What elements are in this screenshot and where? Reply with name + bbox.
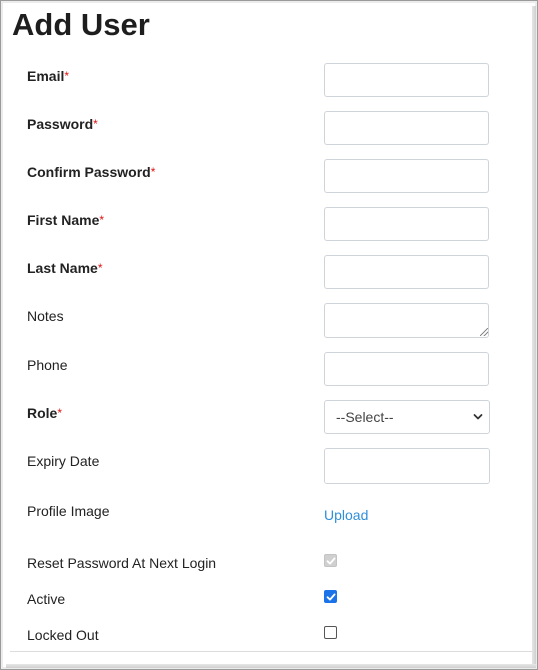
profile-image-label: Profile Image	[27, 503, 110, 519]
required-star: *	[57, 406, 63, 420]
last-name-field[interactable]	[324, 255, 489, 289]
first-name-label: First Name*	[27, 212, 105, 228]
divider	[10, 651, 532, 652]
chevron-down-icon	[473, 414, 483, 420]
confirm-password-label: Confirm Password*	[27, 164, 156, 180]
locked-out-label: Locked Out	[27, 627, 99, 643]
expiry-date-input[interactable]	[325, 449, 489, 483]
phone-field[interactable]	[324, 352, 489, 386]
email-label: Email*	[27, 68, 70, 84]
last-name-label: Last Name*	[27, 260, 103, 276]
role-select[interactable]: --Select--	[324, 400, 490, 434]
checkmark-icon	[326, 557, 335, 564]
expiry-date-label: Expiry Date	[27, 453, 100, 469]
active-label: Active	[27, 591, 66, 607]
checkmark-icon	[326, 593, 335, 600]
required-star: *	[99, 213, 105, 227]
locked-out-checkbox[interactable]	[324, 626, 337, 639]
frame-shadow-bottom	[6, 664, 536, 668]
role-label: Role*	[27, 405, 63, 421]
password-field[interactable]	[324, 111, 489, 145]
expiry-date-picker	[324, 448, 490, 484]
page-title: Add User	[12, 7, 150, 42]
reset-password-label: Reset Password At Next Login	[27, 555, 217, 571]
notes-textarea[interactable]	[324, 303, 489, 338]
required-star: *	[64, 69, 70, 83]
required-star: *	[93, 117, 98, 131]
email-field[interactable]	[324, 63, 489, 97]
role-select-value: --Select--	[336, 409, 394, 425]
phone-label: Phone	[27, 357, 68, 373]
password-label: Password*	[27, 116, 98, 132]
required-star: *	[150, 165, 156, 179]
upload-link[interactable]: Upload	[324, 507, 368, 523]
notes-label: Notes	[27, 308, 64, 324]
active-checkbox[interactable]	[324, 590, 337, 603]
required-star: *	[97, 261, 103, 275]
confirm-password-field[interactable]	[324, 159, 489, 193]
first-name-field[interactable]	[324, 207, 489, 241]
frame-shadow-right	[532, 6, 536, 668]
reset-password-checkbox[interactable]	[324, 554, 337, 567]
